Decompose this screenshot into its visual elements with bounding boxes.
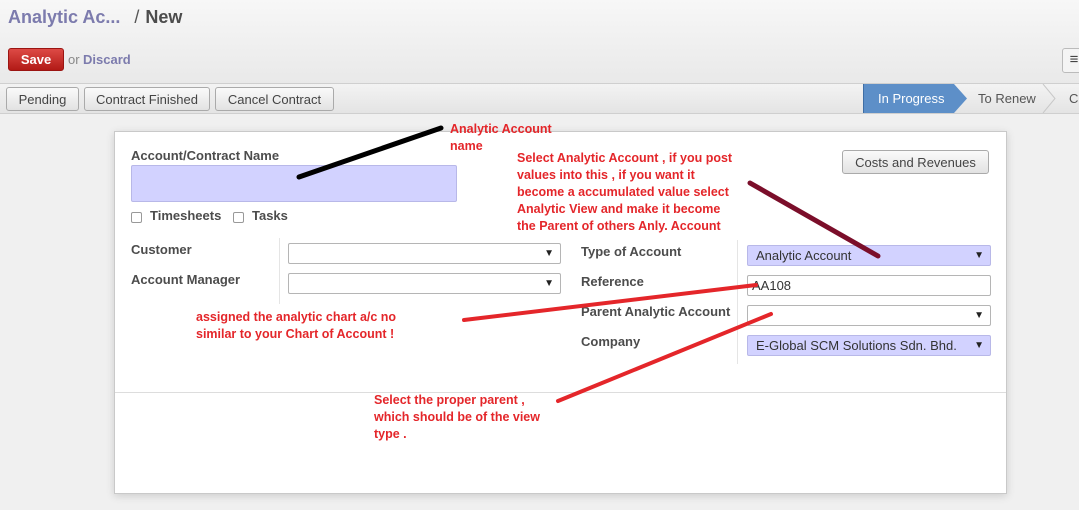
annotation-parent-note: Select the proper parent , which should … [374, 392, 540, 443]
account-manager-select[interactable]: ▼ [288, 273, 561, 294]
parent-account-select[interactable]: ▼ [747, 305, 991, 326]
chevron-down-icon: ▼ [974, 310, 984, 321]
stage-to-renew[interactable]: To Renew [964, 84, 1049, 113]
type-of-account-select[interactable]: Analytic Account ▼ [747, 245, 991, 266]
type-of-account-value: Analytic Account [756, 248, 852, 263]
account-manager-label: Account Manager [131, 272, 241, 287]
annotation-line: Select Analytic Account , if you post [517, 151, 733, 165]
annotation-line: the Parent of others Anly. Account [517, 219, 721, 233]
company-label: Company [581, 334, 641, 349]
annotation-line: type . [374, 427, 407, 441]
company-value: E-Global SCM Solutions Sdn. Bhd. [756, 338, 957, 353]
pending-button[interactable]: Pending [6, 87, 79, 111]
annotation-line: Analytic Account [450, 122, 552, 136]
account-name-input[interactable] [131, 165, 457, 202]
annotation-line: Select the proper parent , [374, 393, 525, 407]
chevron-down-icon: ▼ [974, 340, 984, 351]
annotation-line: values into this , if you want it [517, 168, 695, 182]
chevron-down-icon: ▼ [974, 250, 984, 261]
field-divider [737, 240, 738, 364]
discard-link[interactable]: Discard [83, 52, 131, 67]
breadcrumb-parent-link[interactable]: Analytic Ac... [8, 7, 120, 27]
annotation-line: which should be of the view [374, 410, 540, 424]
stage-closed[interactable]: Cl [1055, 84, 1079, 113]
timesheets-checkbox[interactable] [131, 212, 142, 223]
or-label: or [68, 52, 80, 67]
control-panel: Analytic Ac... / New Save or Discard ≡ [0, 0, 1079, 84]
stage-in-progress[interactable]: In Progress [863, 84, 967, 113]
breadcrumb-separator: / [134, 7, 140, 27]
company-select[interactable]: E-Global SCM Solutions Sdn. Bhd. ▼ [747, 335, 991, 356]
annotation-reference-note: assigned the analytic chart a/c no simil… [196, 309, 396, 343]
save-button[interactable]: Save [8, 48, 64, 71]
account-name-label: Account/Contract Name [131, 148, 280, 163]
tasks-checkbox[interactable] [233, 212, 244, 223]
stage-chevron-icon [1042, 84, 1056, 113]
annotation-line: Analytic View and make it become [517, 202, 721, 216]
annotation-line: assigned the analytic chart a/c no [196, 310, 397, 324]
reference-input[interactable]: AA108 [747, 275, 991, 296]
tasks-label: Tasks [252, 208, 288, 223]
cancel-contract-button[interactable]: Cancel Contract [215, 87, 334, 111]
field-divider [279, 238, 280, 304]
hamburger-menu-icon[interactable]: ≡ [1062, 48, 1079, 73]
costs-and-revenues-button[interactable]: Costs and Revenues [842, 150, 989, 174]
breadcrumb-current: New [145, 7, 183, 27]
contract-finished-button[interactable]: Contract Finished [84, 87, 210, 111]
annotation-type-note: Select Analytic Account , if you post va… [517, 150, 732, 235]
parent-account-label: Parent Analytic Account [581, 304, 731, 319]
breadcrumb: Analytic Ac... / New [8, 7, 182, 28]
section-divider [115, 392, 1006, 393]
type-of-account-label: Type of Account [581, 244, 682, 259]
customer-select[interactable]: ▼ [288, 243, 561, 264]
chevron-down-icon: ▼ [544, 278, 554, 289]
reference-value: AA108 [752, 278, 792, 293]
reference-label: Reference [581, 274, 644, 289]
annotation-line: become a accumulated value select [517, 185, 729, 199]
status-bar: Pending Contract Finished Cancel Contrac… [0, 84, 1079, 114]
chevron-down-icon: ▼ [544, 248, 554, 259]
customer-label: Customer [131, 242, 192, 257]
timesheets-label: Timesheets [150, 208, 222, 223]
annotation-line: similar to your Chart of Account ! [196, 327, 395, 341]
